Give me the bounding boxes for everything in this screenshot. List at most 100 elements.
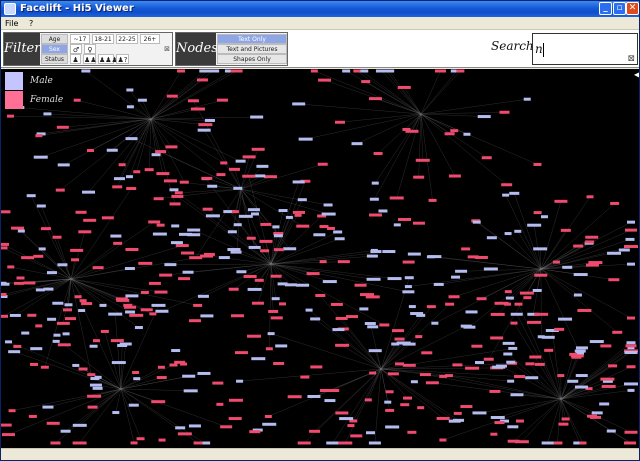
sex-option-male-icon[interactable]: ♂ [70, 44, 82, 54]
status-group-icon[interactable]: ♟♟♟ [98, 54, 118, 64]
graph-node [285, 215, 293, 219]
graph-node [588, 261, 603, 265]
age-option-22-25[interactable]: 22-25 [116, 34, 138, 44]
graph-node [183, 389, 198, 393]
graph-edge [142, 100, 152, 120]
graph-node [608, 364, 618, 368]
graph-node [585, 263, 599, 267]
close-button[interactable]: ✕ [626, 2, 639, 15]
sex-option-female-icon[interactable]: ♀ [84, 44, 96, 54]
graph-node [57, 343, 71, 347]
search-input[interactable]: n ⊠ [532, 33, 638, 65]
filter-sex-label[interactable]: Sex [41, 44, 68, 54]
graph-node [334, 120, 345, 124]
age-option-26-plus[interactable]: 26+ [140, 34, 160, 44]
graph-edge [204, 130, 242, 190]
nodes-option-text-and-pictures[interactable]: Text and Pictures [217, 44, 287, 54]
filter-age-label[interactable]: Age [41, 34, 68, 44]
graph-node [554, 199, 568, 203]
graph-node [389, 196, 404, 200]
graph-edge [270, 215, 322, 265]
graph-edge [540, 268, 581, 354]
title-bar[interactable]: Facelift - Hi5 Viewer _ ▫ ✕ [1, 1, 639, 17]
graph-edge [411, 113, 422, 132]
graph-node [350, 434, 363, 438]
graph-edge [8, 388, 122, 435]
graph-node [425, 381, 439, 385]
graph-node [428, 255, 442, 259]
graph-edge [117, 118, 152, 187]
graph-node [534, 273, 548, 277]
status-couple-icon[interactable]: ♟♟ [83, 54, 97, 64]
graph-node [335, 411, 349, 415]
graph-edge [350, 368, 382, 426]
graph-node [472, 411, 487, 415]
graph-node [57, 263, 68, 267]
graph-node [319, 388, 329, 392]
filter-status-label[interactable]: Status [41, 54, 68, 64]
status-unknown-icon[interactable]: ♟? [116, 54, 129, 64]
graph-node [265, 347, 273, 351]
graph-node [407, 252, 421, 256]
menu-file[interactable]: File [1, 17, 22, 30]
graph-node [402, 342, 416, 346]
graph-edge [420, 113, 450, 134]
graph-node [148, 220, 161, 224]
graph-node [334, 237, 345, 241]
graph-node [527, 223, 542, 227]
graph-node [403, 396, 413, 400]
graph-node [220, 425, 233, 429]
nodes-option-shapes-only[interactable]: Shapes Only [217, 54, 287, 64]
age-option-under-17[interactable]: ~17 [70, 34, 90, 44]
status-single-icon[interactable]: ♟ [70, 54, 81, 64]
graph-node [134, 326, 143, 330]
network-graph[interactable] [1, 69, 639, 448]
graph-node [402, 290, 415, 294]
graph-node [532, 288, 542, 292]
graph-node [233, 223, 242, 227]
graph-node [415, 158, 430, 162]
maximize-button[interactable]: ▫ [613, 2, 626, 15]
graph-node [472, 220, 481, 224]
minimize-button[interactable]: _ [599, 2, 612, 15]
graph-node [228, 417, 242, 421]
menu-help[interactable]: ? [25, 17, 37, 30]
graph-edge [17, 228, 72, 280]
graph-node [227, 230, 237, 234]
graph-edge [345, 368, 382, 444]
graph-node [510, 393, 524, 397]
graph-node [203, 252, 215, 256]
status-bar [1, 448, 639, 460]
graph-edge [56, 237, 72, 280]
graph-edge [270, 263, 374, 280]
graph-node [293, 210, 306, 214]
graph-canvas[interactable]: Male Female ◀ [1, 69, 639, 448]
graph-edge [120, 377, 162, 390]
graph-node [319, 260, 327, 264]
graph-edge [425, 374, 562, 400]
graph-node [523, 97, 531, 101]
age-option-18-21[interactable]: 18-21 [92, 34, 114, 44]
graph-node [125, 294, 139, 298]
graph-node [233, 186, 243, 190]
graph-edge [339, 113, 422, 123]
graph-node [474, 361, 484, 365]
search-value: n [535, 42, 543, 56]
graph-node [169, 363, 178, 367]
graph-node [234, 351, 248, 355]
graph-edge [10, 115, 152, 120]
filter-clear-icon[interactable]: ⊠ [163, 45, 171, 53]
graph-node [238, 214, 253, 218]
graph-node [46, 421, 60, 425]
graph-node [196, 78, 208, 82]
graph-node [402, 127, 411, 131]
graph-node [534, 362, 545, 366]
graph-node [250, 212, 259, 216]
panel-collapse-icon[interactable]: ◀ [634, 69, 639, 81]
graph-node [278, 209, 288, 213]
graph-edge [150, 118, 224, 164]
graph-node [292, 180, 305, 184]
graph-edge [513, 323, 562, 400]
nodes-option-text-only[interactable]: Text Only [217, 34, 287, 44]
graph-node [81, 69, 91, 73]
